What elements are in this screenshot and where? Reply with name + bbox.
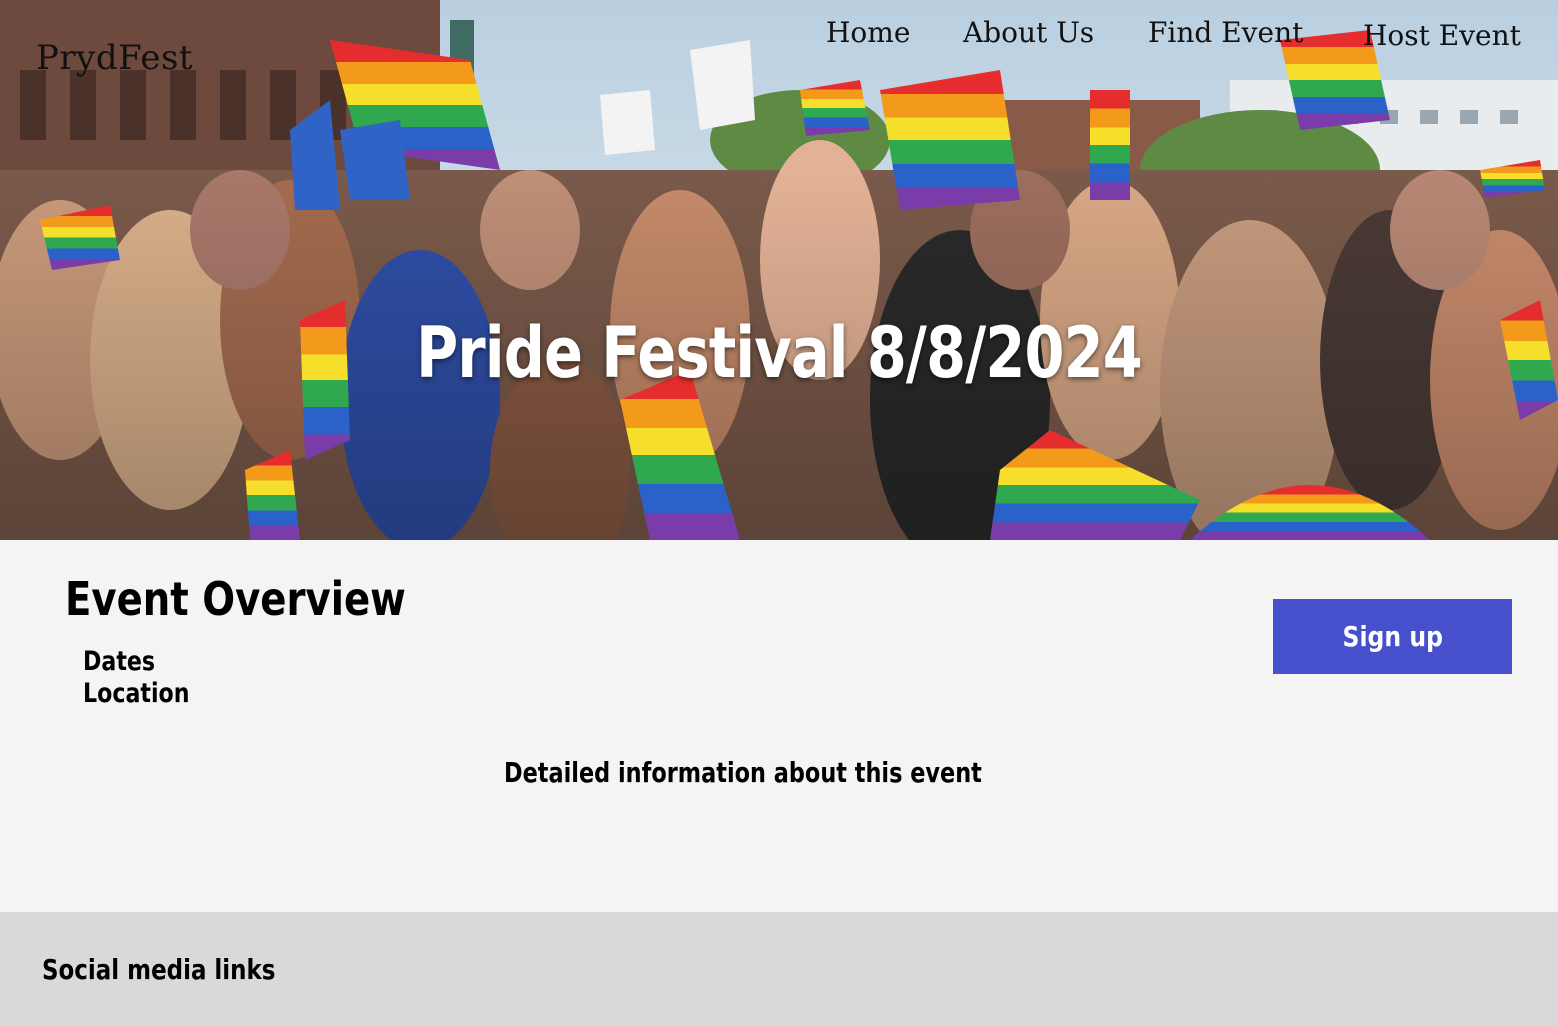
nav-link-host-event[interactable]: Host Event <box>1363 19 1521 52</box>
event-meta: Dates Location <box>83 646 213 710</box>
nav-link-home[interactable]: Home <box>826 16 910 49</box>
dates-label: Dates <box>83 646 156 677</box>
social-media-links: Social media links <box>42 953 276 986</box>
footer: Social media links <box>0 912 1558 1026</box>
nav-link-find-event[interactable]: Find Event <box>1148 16 1303 49</box>
hero-image <box>0 0 1558 540</box>
overview-heading: Event Overview <box>65 572 406 626</box>
main-nav: Home About Us Find Event Host Event <box>0 16 1558 66</box>
location-label: Location <box>83 678 190 709</box>
signup-button-label: Sign up <box>1342 620 1443 653</box>
event-overview-section: Event Overview Dates Location Sign up De… <box>0 540 1558 912</box>
event-details-text: Detailed information about this event <box>504 756 982 789</box>
hero-banner: PrydFest Home About Us Find Event Host E… <box>0 0 1558 540</box>
nav-link-about-us[interactable]: About Us <box>963 16 1094 49</box>
event-title: Pride Festival 8/8/2024 <box>416 312 1142 394</box>
signup-button[interactable]: Sign up <box>1273 599 1512 674</box>
